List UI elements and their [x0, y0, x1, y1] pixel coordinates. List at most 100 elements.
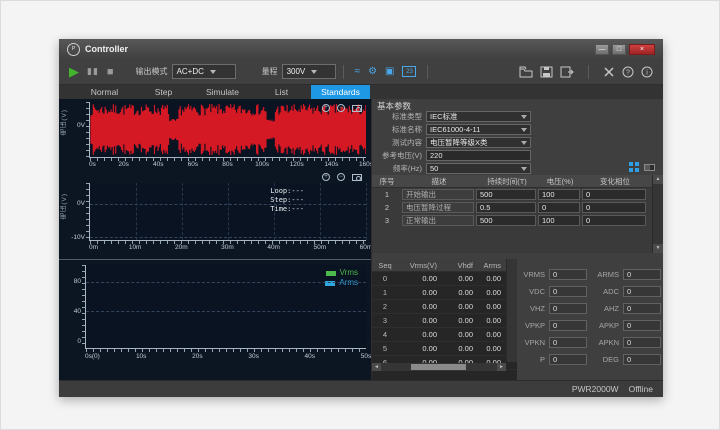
table-row[interactable]: 3正常输出5001000 — [372, 214, 663, 227]
save-file-icon[interactable] — [540, 66, 553, 78]
table-row[interactable]: 10.000.000.00 — [372, 286, 517, 300]
param-value: 50 — [430, 164, 438, 173]
gridline — [182, 183, 183, 240]
table-cell[interactable]: 正常输出 — [402, 215, 474, 226]
table-cell: 0.00 — [398, 316, 442, 325]
param-value: IEC标准 — [430, 111, 458, 122]
zoom-in-icon[interactable]: + — [322, 104, 330, 112]
results-section: SeqVrms(V)VhdfArms00.000.000.0010.000.00… — [372, 259, 663, 380]
table-cell[interactable]: 0 — [582, 215, 646, 226]
param-select[interactable]: IEC61000-4-11 — [426, 124, 531, 135]
zoom-in-icon[interactable]: + — [322, 173, 330, 181]
table-cell[interactable]: 0 — [538, 202, 580, 213]
row-index: 3 — [372, 216, 402, 225]
param-select[interactable]: 50 — [426, 163, 531, 174]
table-row[interactable]: 1开始输出5001000 — [372, 188, 663, 201]
table-row[interactable]: 00.000.000.00 — [372, 272, 517, 286]
panel-toggle-icon[interactable] — [644, 164, 655, 171]
x-tick-label: 30m — [221, 244, 234, 251]
measurement-value: 0 — [549, 286, 587, 297]
range-select[interactable]: 300V — [282, 64, 336, 79]
pause-button[interactable]: ▮▮ — [87, 66, 99, 77]
table-cell[interactable]: 500 — [476, 189, 536, 200]
output-waveform-chart: 电压(V) +− Loop:---Step:---Time:--- 0V-10V… — [59, 171, 371, 259]
zoom-out-icon[interactable]: − — [337, 173, 345, 181]
scrollbar-vertical[interactable] — [506, 259, 517, 362]
status-bar: PWR2000W Offline — [59, 380, 663, 397]
tab-normal[interactable]: Normal — [75, 85, 134, 99]
table-cell[interactable]: 开始输出 — [402, 189, 474, 200]
param-input[interactable]: 220 — [426, 150, 531, 161]
table-cell[interactable]: 100 — [538, 189, 580, 200]
capture-icon[interactable]: ▣ — [385, 66, 394, 77]
tools-icon[interactable] — [603, 66, 615, 78]
info-icon[interactable]: i — [641, 66, 653, 78]
tab-step[interactable]: Step — [134, 85, 193, 99]
stop-button[interactable]: ■ — [107, 66, 114, 78]
scrollbar-horizontal[interactable]: ◄► — [372, 363, 506, 371]
grid-layout-icon[interactable] — [629, 162, 639, 172]
table-cell: 0 — [372, 274, 398, 283]
scrollbar-vertical[interactable]: ▲▼ — [652, 175, 663, 253]
table-cell: 0.00 — [398, 344, 442, 353]
table-row[interactable]: 40.000.000.00 — [372, 328, 517, 342]
scroll-track[interactable] — [381, 363, 497, 371]
play-button[interactable]: ▶ — [69, 64, 79, 80]
standard-waveform-chart: 电压(V) +− 0V 0s20s40s60s80s100s120s140s16… — [59, 99, 371, 171]
gear-icon[interactable]: ⚙ — [368, 66, 377, 77]
camera-icon[interactable] — [352, 105, 362, 112]
tab-simulate[interactable]: Simulate — [193, 85, 252, 99]
table-cell[interactable]: 0 — [582, 189, 646, 200]
chart1-minor-ticks — [86, 102, 89, 158]
zoom-out-icon[interactable]: − — [337, 104, 345, 112]
scroll-right-arrow[interactable]: ► — [497, 363, 506, 371]
table-cell[interactable]: 0 — [582, 202, 646, 213]
table-row[interactable]: 20.000.000.00 — [372, 300, 517, 314]
measurement-value: 0 — [623, 320, 661, 331]
param-select[interactable]: IEC标准 — [426, 111, 531, 122]
table-row[interactable]: 30.000.000.00 — [372, 314, 517, 328]
x-tick-label: 10m — [129, 244, 142, 251]
scroll-up-arrow[interactable]: ▲ — [653, 175, 663, 184]
table-cell: 0.00 — [442, 344, 478, 353]
open-file-icon[interactable] — [519, 66, 533, 78]
table-row[interactable]: 50.000.000.00 — [372, 342, 517, 356]
table-cell: 0.00 — [442, 330, 478, 339]
tab-standards[interactable]: Standards — [311, 85, 370, 99]
table-row[interactable]: 2电压暂降过程0.500 — [372, 201, 663, 214]
waveform-icon[interactable]: ≈ — [355, 66, 361, 77]
maximize-button[interactable]: □ — [612, 44, 626, 55]
table-cell: 0.00 — [442, 274, 478, 283]
measurement-value: 0 — [623, 269, 661, 280]
table-cell[interactable]: 500 — [476, 215, 536, 226]
trend-chart: VrmsArms 80400 0s(0)10s20s30s40s50s — [59, 259, 371, 380]
table-cell[interactable]: 100 — [538, 215, 580, 226]
export-icon[interactable] — [560, 66, 574, 78]
gridline — [366, 183, 367, 240]
table-cell: 5 — [372, 344, 398, 353]
close-button[interactable]: × — [629, 44, 655, 55]
param-label: 标准类型 — [372, 111, 426, 122]
measurement-label: DEG — [587, 355, 623, 364]
minimize-button[interactable]: — — [595, 44, 609, 55]
tab-list[interactable]: List — [252, 85, 311, 99]
measurement-label: APKP — [587, 321, 623, 330]
scroll-down-arrow[interactable]: ▼ — [653, 244, 663, 253]
scroll-left-arrow[interactable]: ◄ — [372, 363, 381, 371]
output-mode-select[interactable]: AC+DC — [172, 64, 236, 79]
x-tick-label: 50m — [314, 244, 327, 251]
measurement-label: VRMS — [517, 270, 549, 279]
chart2-toolbar: +− — [322, 173, 362, 181]
counter-icon[interactable]: 23 — [402, 66, 416, 77]
parameters-pane: 基本参数 标准类型IEC标准标准名称IEC61000-4-11测试内容电压暂降等… — [371, 99, 663, 380]
table-cell[interactable]: 电压暂降过程 — [402, 202, 474, 213]
x-tick-label: 10s — [136, 353, 146, 360]
camera-icon[interactable] — [352, 174, 362, 181]
measurement-label: VPKP — [517, 321, 549, 330]
table-cell[interactable]: 0.5 — [476, 202, 536, 213]
param-select[interactable]: 电压暂降等级X类 — [426, 137, 531, 148]
table-cell: 0.00 — [442, 316, 478, 325]
measurement-label: AHZ — [587, 304, 623, 313]
scroll-thumb[interactable] — [411, 364, 466, 370]
help-icon[interactable]: ? — [622, 66, 634, 78]
